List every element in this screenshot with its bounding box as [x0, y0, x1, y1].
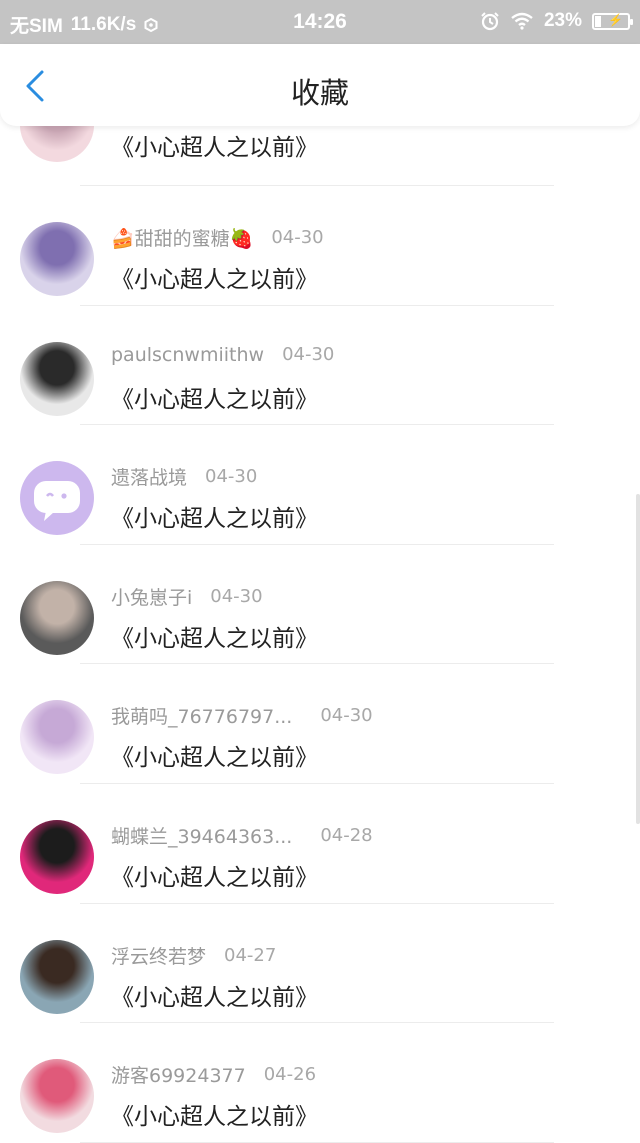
username[interactable]: 遗落战境	[111, 463, 187, 490]
avatar[interactable]	[20, 461, 94, 536]
username[interactable]: 游客69924377	[111, 1061, 246, 1088]
status-bar: 无SIM 11.6K/s 14:26 23% ⚡	[0, 0, 640, 44]
comment-date: 04-30	[205, 466, 258, 488]
charging-bolt-icon: ⚡	[608, 12, 623, 27]
scrollbar[interactable]	[636, 494, 640, 824]
comment-meta: 遗落战境 04-30	[111, 463, 257, 490]
comment-date: 04-30	[320, 705, 373, 727]
comment-date: 04-26	[263, 1064, 317, 1086]
battery-percent: 23%	[543, 10, 582, 31]
avatar[interactable]	[20, 1059, 94, 1134]
comment-text[interactable]: 《小心超人之以前》	[111, 858, 318, 892]
comment-text[interactable]: 《小心超人之以前》	[111, 128, 318, 162]
app-header: 收藏	[0, 44, 640, 126]
username[interactable]: 浮云终若梦	[111, 942, 206, 969]
username[interactable]: 🍰甜甜的蜜糖🍓	[111, 224, 253, 251]
comment-meta: 🍰甜甜的蜜糖🍓 04-30	[111, 224, 324, 251]
list-item[interactable]: paulscnwmiithw 04-30 《小心超人之以前》	[0, 306, 640, 426]
comment-text[interactable]: 《小心超人之以前》	[111, 1097, 318, 1131]
list-item[interactable]: 🍰甜甜的蜜糖🍓 04-30 《小心超人之以前》	[0, 186, 640, 306]
comment-meta: 蝴蝶兰_39464363... 04-28	[111, 822, 373, 849]
avatar[interactable]	[20, 341, 94, 416]
avatar[interactable]	[20, 939, 94, 1014]
list-item[interactable]: 蝴蝶兰_39464363... 04-28 《小心超人之以前》	[0, 784, 640, 904]
favorites-list: 《小心超人之以前》 🍰甜甜的蜜糖🍓 04-30 《小心超人之以前》 paulscnwmi…	[0, 88, 640, 1143]
battery-fill	[595, 15, 602, 27]
comment-text[interactable]: 《小心超人之以前》	[111, 978, 318, 1012]
battery-icon: ⚡	[592, 12, 633, 30]
avatar[interactable]	[20, 580, 94, 655]
chat-bubble-icon	[34, 481, 80, 522]
list-item[interactable]: 游客69924377 04-26 《小心超人之以前》	[0, 1023, 640, 1143]
comment-date: 04-27	[224, 944, 277, 966]
comment-date: 04-30	[271, 227, 324, 248]
username[interactable]: paulscnwmiithw	[111, 344, 264, 366]
comment-meta: 浮云终若梦 04-27	[111, 942, 276, 969]
list-item[interactable]: 浮云终若梦 04-27 《小心超人之以前》	[0, 904, 640, 1024]
comment-meta: paulscnwmiithw 04-30	[111, 344, 334, 366]
username[interactable]: 蝴蝶兰_39464363...	[111, 822, 292, 849]
comment-date: 04-30	[210, 585, 263, 607]
list-item[interactable]: 我萌吗_76776797... 04-30 《小心超人之以前》	[0, 664, 640, 784]
comment-meta: 小兔崽子i 04-30	[111, 583, 263, 610]
list-item[interactable]: 遗落战境 04-30 《小心超人之以前》	[0, 425, 640, 545]
username[interactable]: 我萌吗_76776797...	[111, 702, 292, 729]
comment-meta: 我萌吗_76776797... 04-30	[111, 702, 373, 729]
avatar[interactable]	[20, 222, 94, 296]
alarm-icon	[481, 12, 499, 31]
avatar[interactable]	[20, 819, 94, 894]
comment-date: 04-30	[282, 344, 335, 366]
comment-date: 04-28	[320, 824, 373, 846]
wifi-icon	[511, 12, 533, 30]
list-item[interactable]: 小兔崽子i 04-30 《小心超人之以前》	[0, 545, 640, 665]
comment-text[interactable]: 《小心超人之以前》	[111, 738, 318, 772]
comment-meta: 游客69924377 04-26	[111, 1061, 316, 1088]
comment-text[interactable]: 《小心超人之以前》	[111, 260, 318, 294]
avatar[interactable]	[20, 700, 94, 775]
page-title: 收藏	[290, 76, 349, 110]
comment-text[interactable]: 《小心超人之以前》	[111, 499, 318, 533]
status-right: 23% ⚡	[480, 10, 633, 32]
comment-text[interactable]: 《小心超人之以前》	[111, 380, 318, 414]
comment-text[interactable]: 《小心超人之以前》	[111, 619, 318, 653]
username[interactable]: 小兔崽子i	[111, 583, 192, 610]
